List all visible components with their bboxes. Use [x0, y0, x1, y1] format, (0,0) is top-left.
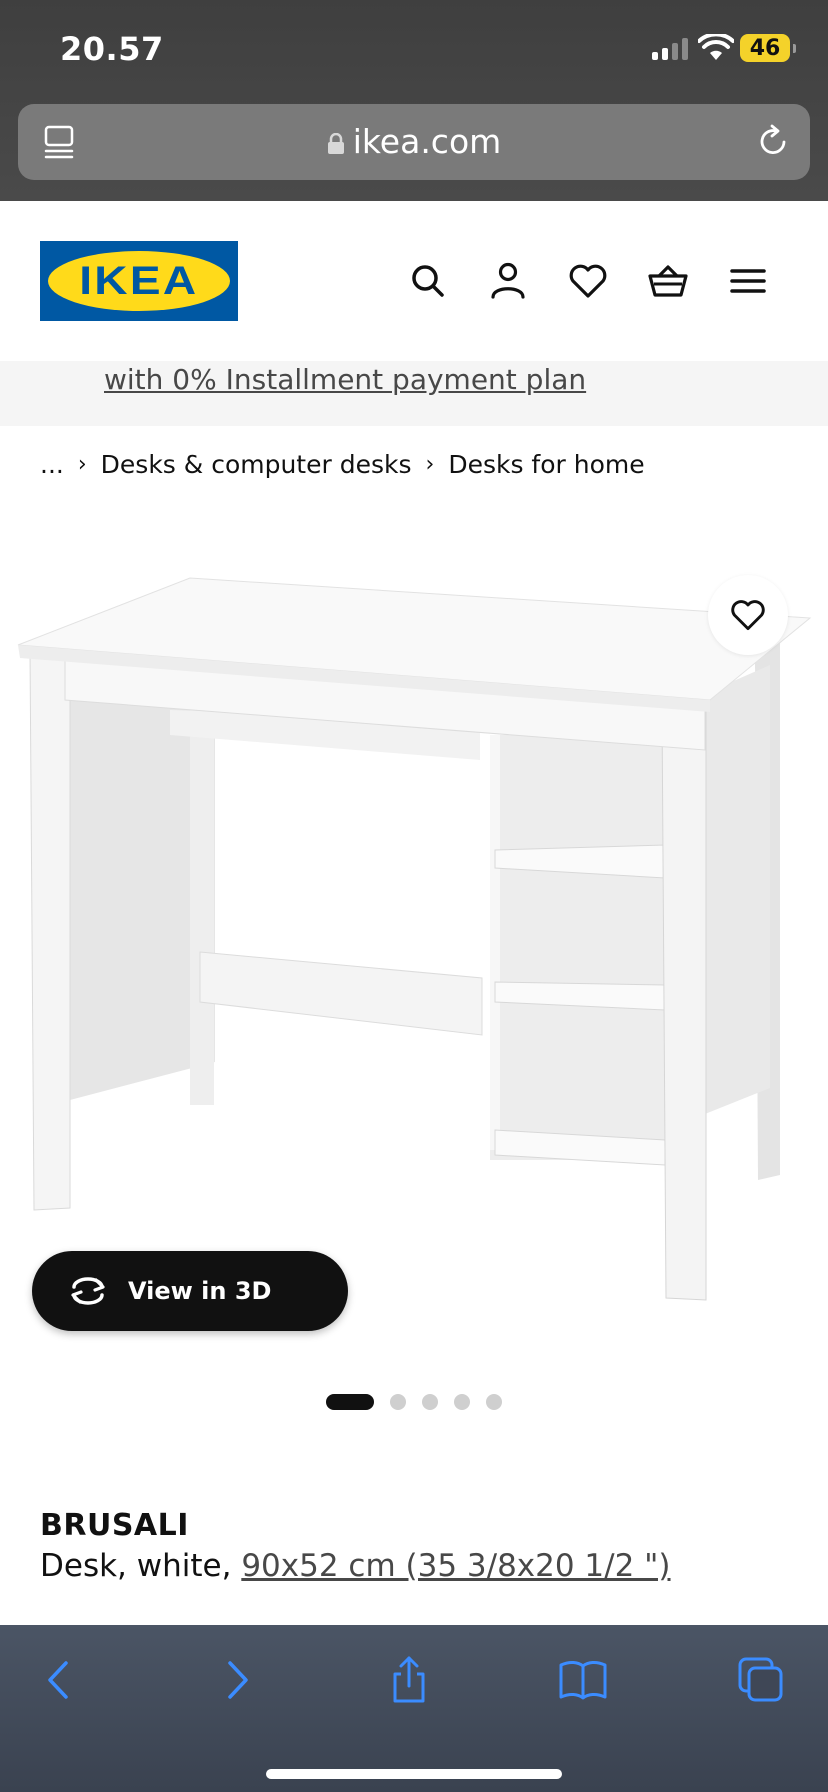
carousel-dot[interactable]	[390, 1394, 406, 1410]
battery-level: 46	[749, 35, 781, 61]
wifi-icon	[698, 34, 734, 60]
search-icon[interactable]	[406, 259, 450, 303]
view-in-3d-label: View in 3D	[128, 1277, 272, 1305]
breadcrumb: ... › Desks & computer desks › Desks for…	[40, 450, 645, 479]
url-text: ikea.com	[352, 122, 502, 161]
cart-icon[interactable]	[646, 259, 690, 303]
site-header: IKEA	[0, 201, 828, 361]
home-indicator	[266, 1769, 562, 1779]
breadcrumb-ellipsis[interactable]: ...	[40, 450, 64, 479]
carousel-dot[interactable]	[422, 1394, 438, 1410]
breadcrumb-desks-for-home[interactable]: Desks for home	[448, 450, 644, 479]
back-icon[interactable]	[34, 1655, 84, 1705]
favourites-icon[interactable]	[566, 259, 610, 303]
account-icon[interactable]	[486, 259, 530, 303]
address-bar[interactable]: ikea.com	[18, 104, 810, 180]
promo-banner: with 0% Installment payment plan	[0, 361, 828, 426]
browser-toolbar	[0, 1625, 828, 1792]
carousel-dot[interactable]	[486, 1394, 502, 1410]
view-in-3d-button[interactable]: View in 3D	[32, 1251, 348, 1331]
share-icon[interactable]	[384, 1655, 434, 1705]
product-name: BRUSALI	[40, 1508, 189, 1543]
forward-icon[interactable]	[212, 1655, 262, 1705]
installment-plan-link[interactable]: with 0% Installment payment plan	[104, 363, 586, 396]
bookmarks-icon[interactable]	[558, 1655, 608, 1705]
menu-icon[interactable]	[726, 259, 770, 303]
logo-text: IKEA	[79, 258, 199, 303]
product-image[interactable]	[0, 540, 828, 1320]
carousel-dot[interactable]	[326, 1394, 374, 1410]
product-description-text: Desk, white,	[40, 1548, 242, 1584]
browser-chrome: 20.57 46 ikea.com	[0, 0, 828, 201]
product-description: Desk, white, 90x52 cm (35 3/8x20 1/2 ")	[40, 1548, 671, 1584]
logo-oval: IKEA	[48, 251, 230, 311]
tabs-icon[interactable]	[736, 1655, 786, 1705]
cellular-signal-icon	[652, 36, 688, 60]
battery-icon: 46	[740, 34, 796, 62]
heart-icon	[731, 600, 765, 631]
reload-icon[interactable]	[754, 122, 792, 160]
status-bar: 20.57 46	[0, 0, 828, 100]
ikea-logo[interactable]: IKEA	[40, 241, 238, 321]
lock-icon	[327, 133, 344, 154]
chevron-right-icon: ›	[77, 452, 87, 477]
url-display[interactable]: ikea.com	[18, 122, 810, 161]
add-to-favourites-button[interactable]	[708, 575, 788, 655]
status-time: 20.57	[60, 30, 164, 68]
carousel-dot[interactable]	[454, 1394, 470, 1410]
rotate-3d-icon	[71, 1277, 105, 1305]
chevron-right-icon: ›	[425, 452, 435, 477]
breadcrumb-desks-computer-desks[interactable]: Desks & computer desks	[101, 450, 412, 479]
product-size-link[interactable]: 90x52 cm (35 3/8x20 1/2 ")	[241, 1548, 670, 1584]
image-carousel-dots	[326, 1394, 502, 1410]
